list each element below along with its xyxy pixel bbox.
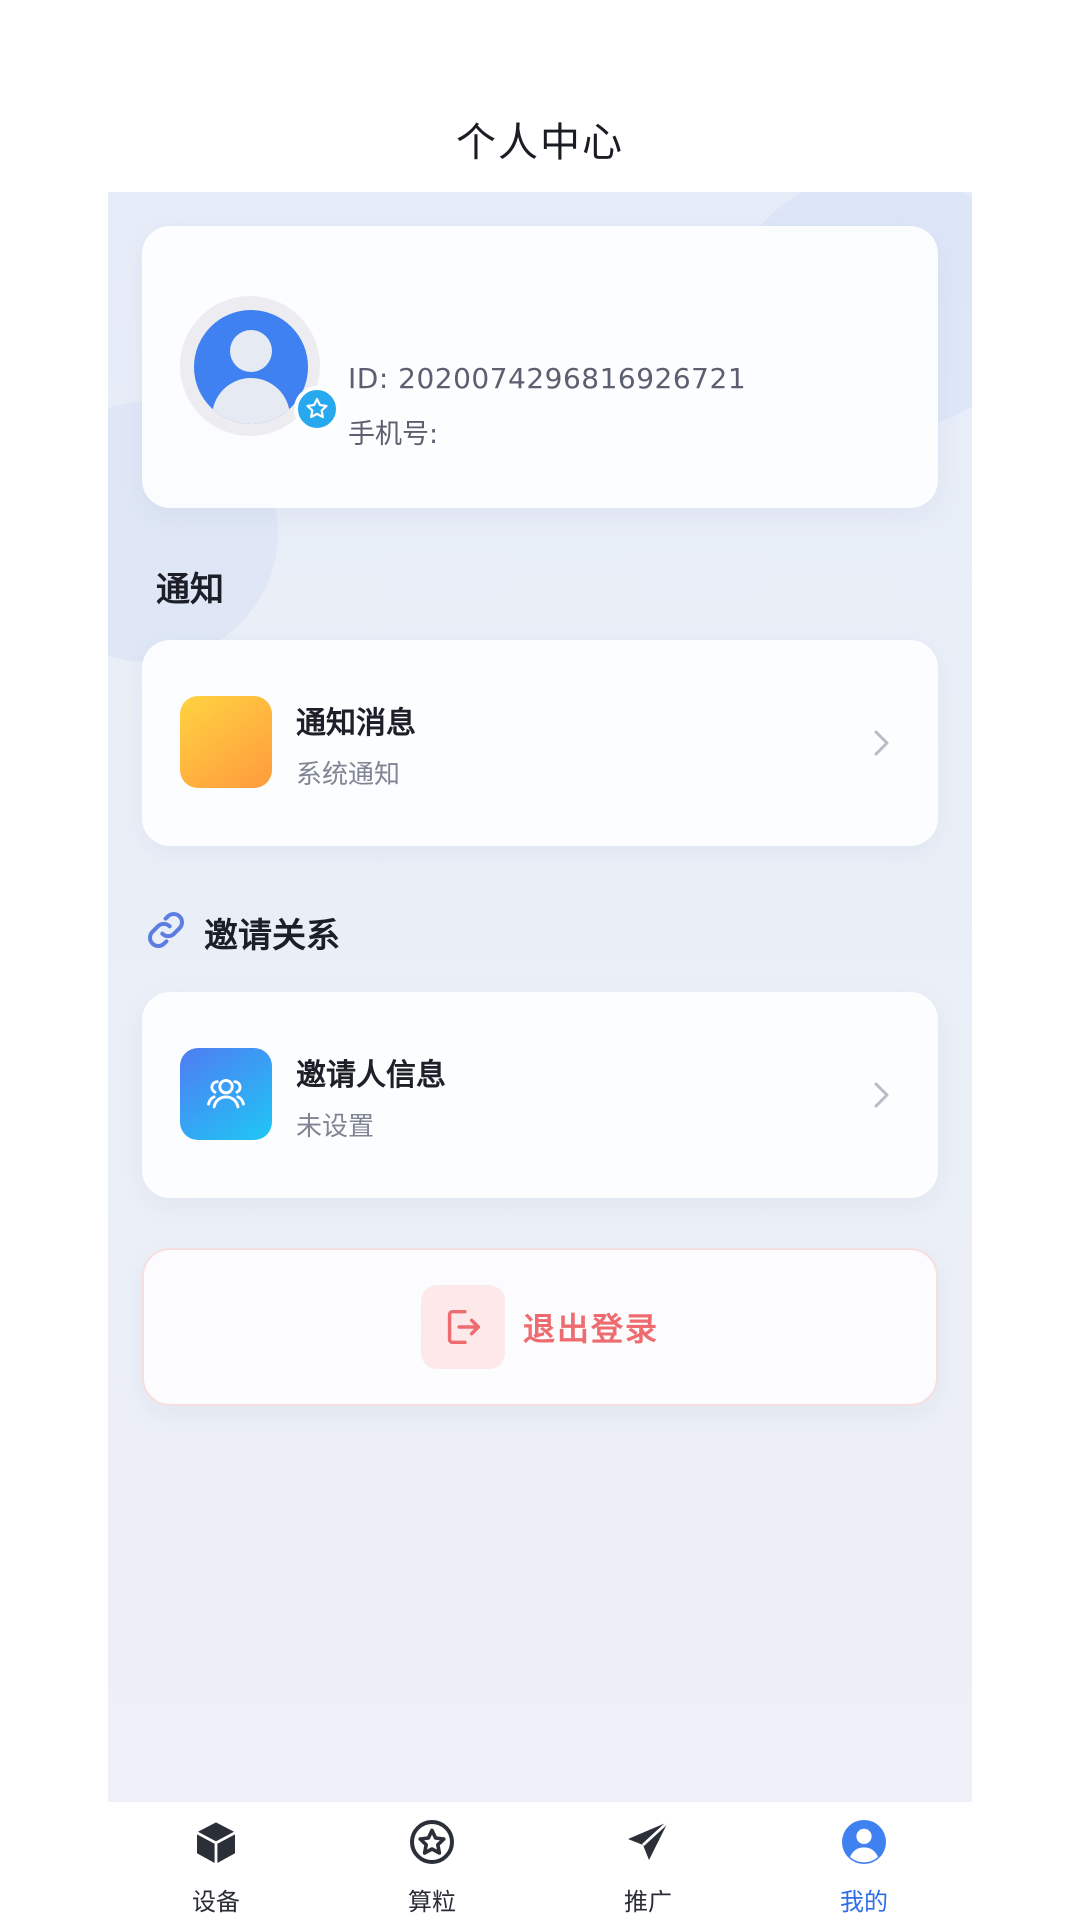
notification-icon (180, 696, 272, 788)
chevron-right-icon (874, 1082, 889, 1108)
avatar[interactable] (194, 310, 308, 424)
tab-label: 我的 (840, 1888, 888, 1916)
chevron-right-icon (874, 730, 889, 756)
section-title-notifications: 通知 (156, 570, 224, 610)
logout-label: 退出登录 (522, 1310, 659, 1348)
link-icon (148, 912, 184, 948)
star-circle-icon (410, 1820, 454, 1864)
user-id: ID: 2020074296816926721 (348, 362, 747, 395)
page-title: 个人中心 (456, 120, 624, 166)
user-icon (842, 1820, 886, 1864)
item-title: 邀请人信息 (296, 1058, 446, 1093)
notification-messages-item[interactable]: 通知消息 系统通知 (142, 640, 938, 846)
avatar-body (212, 378, 290, 424)
tab-label: 算粒 (408, 1888, 456, 1916)
star-badge-icon (294, 386, 340, 432)
inviter-info-item[interactable]: 邀请人信息 未设置 (142, 992, 938, 1198)
screen: 个人中心 ID: 2020074296816926721 手机号: 通知 通知消… (0, 0, 1080, 1920)
logout-icon (420, 1285, 505, 1369)
phone-label: 手机号: (348, 419, 439, 450)
tab-label: 推广 (624, 1888, 672, 1916)
tab-devices[interactable]: 设备 (108, 1802, 324, 1920)
cube-icon (197, 1822, 235, 1863)
item-subtitle: 未设置 (296, 1112, 375, 1142)
item-title: 通知消息 (296, 706, 416, 741)
tab-promotion[interactable]: 推广 (540, 1802, 756, 1920)
content-area: ID: 2020074296816926721 手机号: 通知 通知消息 系统通… (108, 192, 972, 1802)
tab-mine[interactable]: 我的 (756, 1802, 972, 1920)
tab-points[interactable]: 算粒 (324, 1802, 540, 1920)
item-subtitle: 系统通知 (296, 760, 401, 790)
users-icon (180, 1048, 272, 1140)
tab-label: 设备 (192, 1888, 240, 1916)
logout-button[interactable]: 退出登录 (142, 1248, 938, 1406)
paper-plane-icon (628, 1820, 669, 1860)
avatar-head (230, 330, 272, 372)
profile-card[interactable]: ID: 2020074296816926721 手机号: (142, 226, 938, 508)
bottom-tab-bar: 设备 算粒 推广 我的 (108, 1802, 972, 1920)
section-title-invite: 邀请关系 (204, 916, 340, 956)
